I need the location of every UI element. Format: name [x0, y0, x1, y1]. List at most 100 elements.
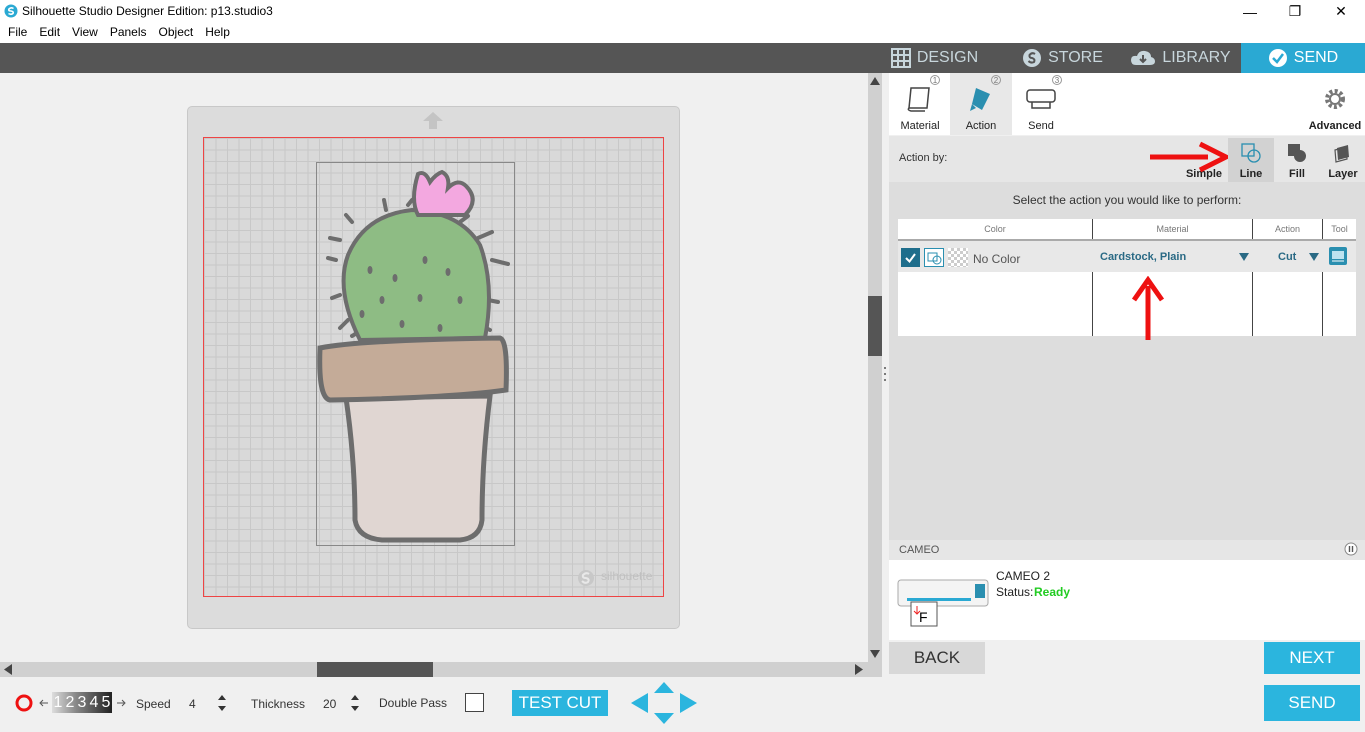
horizontal-scrollbar[interactable] — [0, 662, 868, 677]
scroll-right-icon[interactable] — [853, 663, 865, 676]
menu-view[interactable]: View — [66, 23, 104, 43]
tab-library[interactable]: LIBRARY — [1128, 43, 1233, 73]
gear-icon — [1325, 89, 1345, 109]
feed-direction-icon — [423, 112, 443, 129]
menu-panels[interactable]: Panels — [104, 23, 153, 43]
pass-selector[interactable]: 1 2 3 4 5 — [52, 692, 112, 713]
device-name: CAMEO 2 — [996, 569, 1051, 583]
tab-store-label: STORE — [1048, 49, 1103, 66]
store-icon — [1023, 49, 1042, 67]
close-button[interactable]: ✕ — [1318, 0, 1364, 23]
thickness-value[interactable]: 20 — [323, 697, 336, 711]
row-color: No Color — [973, 252, 1021, 266]
line-style-swatch[interactable] — [924, 248, 944, 267]
line-icon — [1241, 143, 1261, 163]
annotation-arrow-up — [1131, 276, 1165, 340]
fill-icon — [1288, 144, 1306, 162]
cutter-icon — [1026, 89, 1056, 109]
subtab-material-label: Material — [900, 120, 940, 132]
layer-label: Layer — [1328, 168, 1358, 180]
fill-label: Fill — [1289, 168, 1305, 180]
action-fill-button[interactable]: Fill — [1274, 138, 1320, 182]
action-by-label: Action by: — [899, 152, 948, 164]
cactus-design[interactable] — [300, 160, 530, 550]
vertical-scroll-thumb[interactable] — [868, 296, 882, 356]
menu-file[interactable]: File — [2, 23, 33, 43]
menu-object[interactable]: Object — [153, 23, 200, 43]
blade-icon — [970, 88, 990, 111]
subtab-action-label: Action — [965, 120, 997, 132]
next-button[interactable]: NEXT — [1264, 642, 1360, 674]
scroll-left-icon[interactable] — [2, 663, 14, 676]
tab-store[interactable]: STORE — [1010, 43, 1115, 73]
app-logo-icon — [4, 4, 18, 18]
device-status-label: Status: — [996, 585, 1034, 599]
panel-resize-grip-icon[interactable] — [883, 365, 887, 385]
action-dropdown-icon[interactable] — [1308, 252, 1320, 262]
minimize-button[interactable]: — — [1227, 0, 1273, 23]
subtab-material[interactable]: Material — [889, 73, 951, 135]
pass-1[interactable]: 1 — [54, 694, 63, 712]
grid-icon — [890, 48, 911, 68]
checkmark-circle-icon — [1268, 49, 1287, 67]
pause-icon[interactable] — [1344, 542, 1358, 556]
pass-next-icon[interactable] — [116, 698, 126, 708]
tab-send[interactable]: SEND — [1241, 43, 1365, 73]
scroll-up-icon[interactable] — [869, 75, 881, 87]
thickness-stepper-icon[interactable] — [349, 693, 361, 713]
test-cut-button[interactable]: TEST CUT — [512, 690, 608, 716]
line-swatch-icon — [927, 252, 942, 265]
header-tool: Tool — [1331, 224, 1348, 234]
step-badge-1: 1 — [930, 75, 940, 85]
device-section-bar — [889, 540, 1365, 560]
layer-icon — [1334, 145, 1349, 163]
step-badge-2: 2 — [991, 75, 1001, 85]
pass-5[interactable]: 5 — [102, 694, 111, 712]
device-section-label: CAMEO — [899, 544, 940, 556]
double-pass-label: Double Pass — [379, 696, 448, 710]
tab-library-label: LIBRARY — [1162, 49, 1231, 66]
header-material: Material — [1093, 219, 1253, 239]
action-prompt: Select the action you would like to perf… — [1012, 193, 1242, 207]
title-bar: Silhouette Studio Designer Edition: p13.… — [0, 0, 1365, 23]
menu-edit[interactable]: Edit — [33, 23, 66, 43]
scroll-down-icon[interactable] — [869, 648, 881, 660]
subtab-advanced-label: Advanced — [1308, 120, 1362, 132]
header-color: Color — [898, 219, 1093, 239]
send-button[interactable]: SEND — [1264, 685, 1360, 721]
horizontal-scroll-thumb[interactable] — [317, 662, 433, 677]
speed-value[interactable]: 4 — [189, 697, 196, 711]
subtab-advanced[interactable]: Advanced — [1305, 73, 1365, 135]
subtab-action[interactable]: Action — [950, 73, 1012, 135]
line-label: Line — [1239, 168, 1263, 180]
silhouette-watermark-icon — [578, 570, 594, 586]
restore-button[interactable]: ❐ — [1272, 0, 1318, 23]
pass-prev-icon[interactable] — [39, 698, 49, 708]
menu-help[interactable]: Help — [199, 23, 236, 43]
check-icon — [905, 253, 916, 264]
window-title: Silhouette Studio Designer Edition: p13.… — [22, 4, 273, 18]
pass-2[interactable]: 2 — [66, 694, 75, 712]
back-button[interactable]: BACK — [889, 642, 985, 674]
no-color-swatch[interactable] — [948, 248, 968, 267]
tool-holder-icon[interactable] — [1328, 246, 1348, 266]
menu-bar: File Edit View Panels Object Help — [0, 23, 1365, 43]
action-line-button[interactable]: Line — [1228, 138, 1274, 182]
header-action: Action — [1253, 219, 1323, 239]
pass-4[interactable]: 4 — [90, 694, 99, 712]
vertical-scrollbar[interactable] — [868, 73, 882, 677]
subtab-send[interactable]: Send — [1010, 73, 1072, 135]
subtab-send-label: Send — [1028, 120, 1054, 132]
row-action[interactable]: Cut — [1278, 251, 1296, 263]
pass-indicator-icon — [15, 694, 33, 712]
material-dropdown-icon[interactable] — [1238, 252, 1250, 262]
blade-move-arrows-icon[interactable] — [630, 681, 698, 725]
row-material[interactable]: Cardstock, Plain — [1100, 251, 1186, 263]
step-badge-3: 3 — [1052, 75, 1062, 85]
pass-3[interactable]: 3 — [78, 694, 87, 712]
double-pass-checkbox[interactable] — [465, 693, 484, 712]
speed-stepper-icon[interactable] — [216, 693, 228, 713]
tab-design[interactable]: DESIGN — [882, 43, 987, 73]
action-layer-button[interactable]: Layer — [1320, 138, 1365, 182]
row-checkbox[interactable] — [901, 248, 920, 267]
